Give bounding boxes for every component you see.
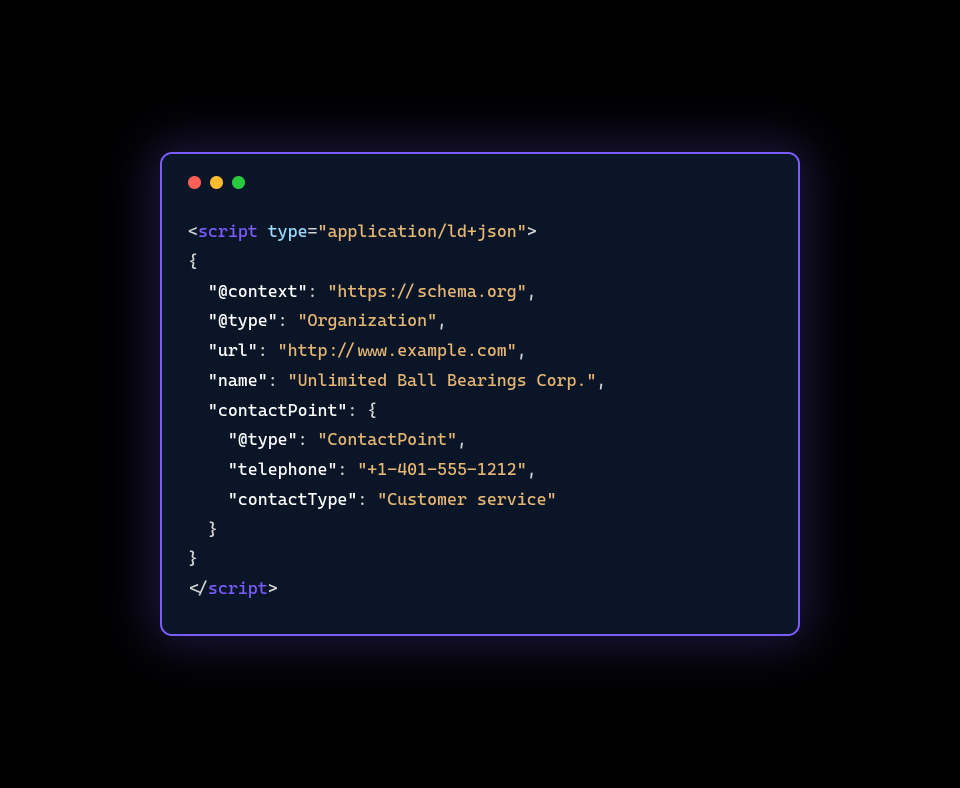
code-punct: > [527,221,537,241]
code-indent [188,489,228,509]
code-key: "contactType" [228,489,358,509]
code-value: "Customer service" [377,489,556,509]
code-value: "Unlimited Ball Bearings Corp." [288,370,597,390]
code-equals: = [308,221,318,241]
code-indent [188,310,208,330]
code-key: "@type" [228,429,298,449]
code-key: "@context" [208,281,308,301]
code-value: "http://www.example.com" [278,340,517,360]
code-key: "@type" [208,310,278,330]
code-punct: </ [188,578,208,598]
code-key: "name" [208,370,268,390]
code-key: "url" [208,340,258,360]
code-colon: : [337,459,357,479]
code-window: <script type="application/ld+json"> { "@… [160,152,800,636]
code-comma: , [437,310,447,330]
code-value: "https://schema.org" [327,281,526,301]
code-brace: { [188,251,198,271]
code-comma: , [527,459,537,479]
code-colon: : [258,340,278,360]
code-tag: script [198,221,258,241]
code-value: "ContactPoint" [318,429,457,449]
code-comma: , [596,370,606,390]
code-comma: , [517,340,527,360]
code-punct: > [268,578,278,598]
close-icon[interactable] [188,176,201,189]
code-colon: : [278,310,298,330]
code-value: "Organization" [298,310,437,330]
code-indent [188,400,208,420]
code-indent [188,429,228,449]
code-colon: : [347,400,367,420]
code-comma: , [457,429,467,449]
code-attr-value: "application/ld+json" [318,221,527,241]
code-key: "contactPoint" [208,400,347,420]
code-colon: : [298,429,318,449]
code-block: <script type="application/ld+json"> { "@… [188,217,772,604]
code-brace: } [208,519,218,539]
minimize-icon[interactable] [210,176,223,189]
code-indent [188,340,208,360]
code-attr-name: type [268,221,308,241]
code-colon: : [308,281,328,301]
code-indent [188,459,228,479]
window-traffic-lights [188,176,772,189]
code-punct: < [188,221,198,241]
code-colon: : [357,489,377,509]
code-value: "+1-401-555-1212" [357,459,526,479]
code-tag: script [208,578,268,598]
code-key: "telephone" [228,459,338,479]
code-comma: , [527,281,537,301]
code-colon: : [268,370,288,390]
code-indent [188,281,208,301]
maximize-icon[interactable] [232,176,245,189]
code-brace: { [367,400,377,420]
code-brace: } [188,548,198,568]
code-indent [188,519,208,539]
code-indent [188,370,208,390]
